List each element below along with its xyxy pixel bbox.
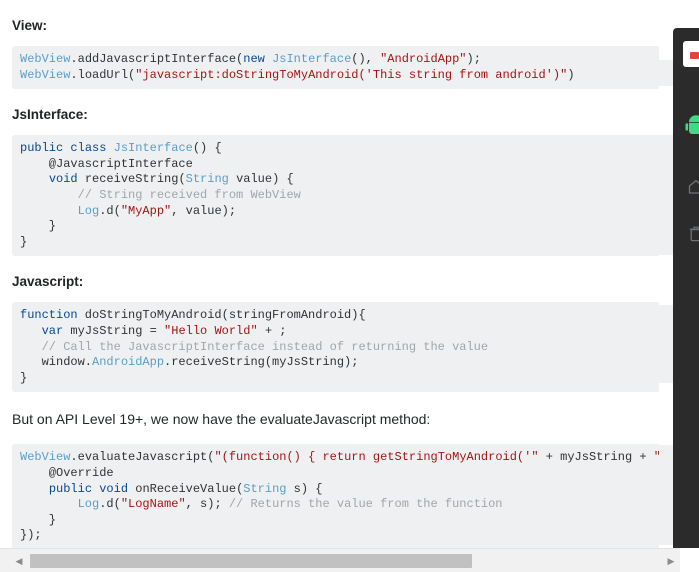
code-token: .loadUrl( [70,67,136,82]
home-outline-icon[interactable] [682,173,699,201]
code-token: }); [20,528,42,543]
scrollbar-corner [680,548,699,572]
paragraph-api-level: But on API Level 19+, we now have the ev… [12,411,431,428]
code-block-view-wrapper[interactable]: WebView.addJavascriptInterface(new JsInt… [0,46,660,90]
code-token: String [243,481,287,496]
code-token: .d( [99,203,121,218]
right-side-panel[interactable] [673,28,699,572]
horizontal-scrollbar-thumb[interactable] [30,554,472,568]
code-token: @Override [20,465,114,480]
app-tile-surface [683,41,699,67]
code-token: } [20,234,28,249]
code-token: void [99,481,129,496]
scroll-left-arrow-icon[interactable]: ◀ [12,554,26,568]
code-token: var [41,323,64,338]
code-token: (), [351,52,381,66]
code-token: "Hello World" [164,323,258,338]
code-token: .addJavascriptInterface( [70,52,244,66]
code-token: .d( [99,497,121,512]
code-token: , s); [185,497,229,512]
section-heading-jsinterface: JsInterface: [12,107,88,123]
code-block-jsinterface[interactable]: public class JsInterface() { @Javascript… [12,135,660,257]
code-token: window. [20,355,93,370]
code-token: WebView [20,67,71,82]
screen-root: View: WebView.addJavascriptInterface(new… [0,0,699,572]
code-token: Log [77,203,100,218]
code-token: "AndroidApp" [380,52,467,66]
code-token: AndroidApp [92,355,165,370]
document-viewport: View: WebView.addJavascriptInterface(new… [0,0,660,548]
section-heading-javascript: Javascript: [12,274,84,290]
code-token: // Call the JavascriptInterface instead … [20,339,489,354]
code-token: receiveString( [77,172,186,187]
code-block-evaluate-javascript[interactable]: WebView.evaluateJavascript("(function() … [12,444,660,548]
code-token: "MyApp" [120,203,172,218]
document-content: View: WebView.addJavascriptInterface(new… [0,0,660,548]
code-token: String [185,172,229,187]
code-token: JsInterface [113,141,193,156]
code-token: public [48,481,93,496]
code-token: Log [77,497,100,512]
code-token: function [20,308,78,323]
code-token: getStringToMyAndroid('" [365,450,539,465]
code-block-javascript-wrapper[interactable]: function doStringToMyAndroid(stringFromA… [0,302,660,393]
code-block-view[interactable]: WebView.addJavascriptInterface(new JsInt… [12,46,660,90]
vertical-scrollbar-gutter[interactable] [659,0,673,548]
code-token: myJsString = [63,323,165,338]
code-token: @JavascriptInterface [20,156,193,171]
code-token: // String received from WebView [20,187,301,202]
code-token: } [20,370,28,385]
code-block-jsinterface-wrapper[interactable]: public class JsInterface() { @Javascript… [0,135,660,257]
app-tile-icon[interactable] [682,40,699,68]
code-token: return [322,450,366,465]
code-token: public [20,141,64,156]
app-tile-badge [690,52,699,59]
code-token: WebView [20,450,71,465]
vscroll-segment [659,305,673,383]
code-token: + myJsString + [538,450,654,465]
android-robot-icon[interactable] [682,112,699,140]
code-token: + ; [257,323,287,338]
scroll-right-arrow-icon[interactable]: ▶ [664,554,678,568]
section-heading-view: View: [12,18,48,33]
code-token: "LogName" [120,497,186,512]
code-token: s) { [286,481,323,496]
code-token: JsInterface [272,52,352,66]
code-token: .receiveString(myJsString); [164,355,359,370]
code-token: .evaluateJavascript( [70,450,215,465]
code-token: () { [192,141,222,156]
code-token: value) { [228,172,294,187]
vscroll-segment [659,60,673,86]
code-token: } [20,219,57,234]
code-token: onReceiveValue( [128,481,244,496]
code-token: void [48,172,78,187]
code-block-javascript[interactable]: function doStringToMyAndroid(stringFromA… [12,302,660,393]
code-token: "javascript:doStringToMyAndroid('This st… [135,67,568,82]
code-block-evaluate-wrapper[interactable]: WebView.evaluateJavascript("(function() … [0,444,660,548]
trash-outline-icon[interactable] [682,220,699,248]
vscroll-segment [659,445,673,545]
code-token: WebView [20,52,71,66]
horizontal-scrollbar[interactable]: ◀ ▶ [0,548,680,572]
code-token: doStringToMyAndroid(stringFromAndroid){ [77,308,366,323]
code-token: class [70,141,107,156]
code-token: new [243,52,265,66]
code-token: , value); [171,203,237,218]
code-token: } [20,512,57,527]
code-token: "(function() { [214,450,323,465]
code-token: ) [567,67,575,82]
code-token: // Returns the value from the function [228,497,503,512]
code-token: ); [466,52,481,66]
vscroll-segment [659,135,673,255]
